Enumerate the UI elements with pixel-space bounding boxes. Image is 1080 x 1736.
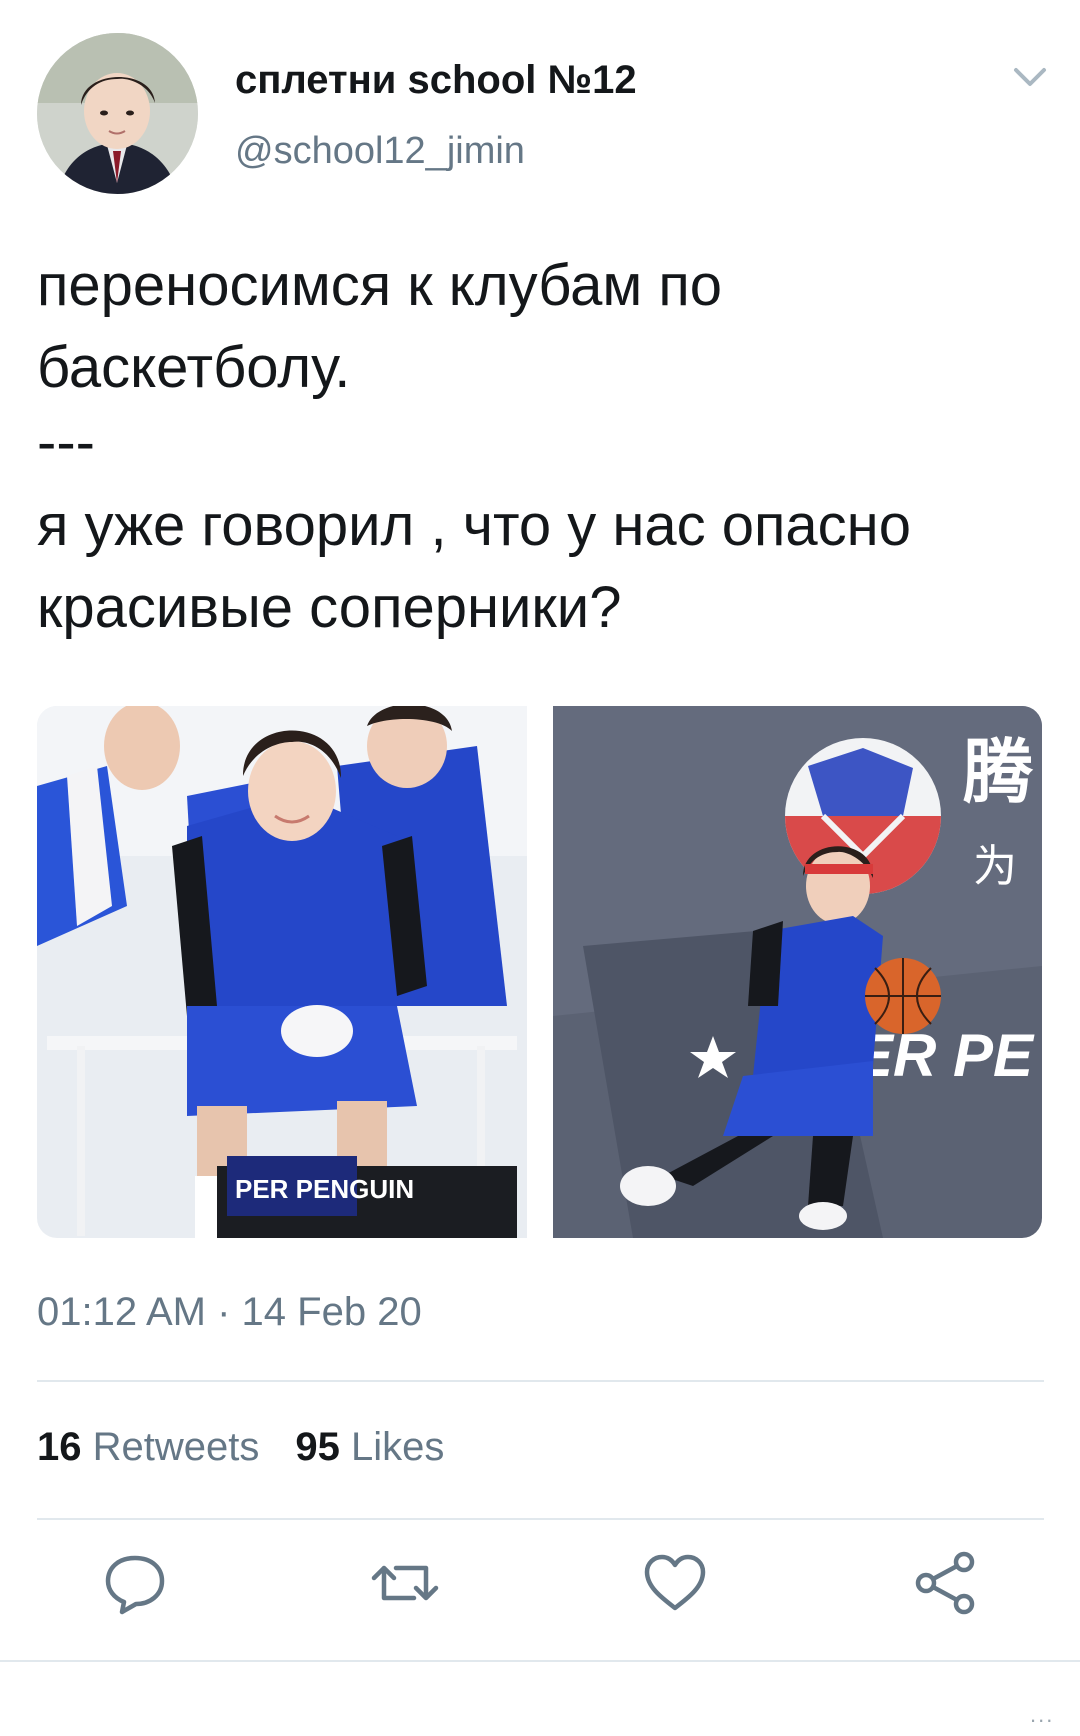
retweet-icon[interactable] <box>370 1548 440 1618</box>
avatar[interactable] <box>37 33 198 194</box>
photo-right-sign-2: 为 <box>973 841 1017 892</box>
tweet-text-separator: --- <box>37 410 95 475</box>
likes-label: Likes <box>351 1425 445 1469</box>
divider <box>37 1380 1044 1382</box>
user-handle[interactable]: @school12_jimin <box>235 130 525 173</box>
tweet-text-line: переносимся к клубам по баскетболу. <box>37 253 723 400</box>
likes-stat[interactable]: 95 Likes <box>295 1425 444 1469</box>
likes-count: 95 <box>295 1425 340 1469</box>
tweet-text: переносимся к клубам по баскетболу. --- … <box>37 245 1047 649</box>
tweet-timestamp[interactable]: 01:12 AM · 14 Feb 20 <box>37 1290 422 1335</box>
chevron-down-icon[interactable] <box>1010 62 1050 92</box>
photo-right-sign-1: 腾 <box>963 731 1034 813</box>
share-icon[interactable] <box>910 1548 980 1618</box>
divider <box>0 1660 1080 1662</box>
media-grid: PER PENGUIN 腾 为 PER PE <box>37 706 1042 1238</box>
tweet-header: сплетни school №12 @school12_jimin <box>0 0 1080 210</box>
reply-icon[interactable] <box>100 1548 170 1618</box>
photo-seated-players[interactable]: PER PENGUIN <box>37 706 527 1238</box>
action-bar <box>0 1548 1080 1628</box>
tweet-text-line: я уже говорил , что у нас опасно красивы… <box>37 493 911 640</box>
retweets-label: Retweets <box>92 1425 260 1469</box>
display-name[interactable]: сплетни school №12 <box>235 58 637 103</box>
retweets-count: 16 <box>37 1425 82 1469</box>
engagement-stats: 16 Retweets 95 Likes <box>37 1425 444 1470</box>
photo-left-caption: PER PENGUIN <box>235 1174 414 1204</box>
divider <box>37 1518 1044 1520</box>
photo-dribbling-player[interactable]: 腾 为 PER PE <box>553 706 1042 1238</box>
like-icon[interactable] <box>640 1548 710 1618</box>
retweets-stat[interactable]: 16 Retweets <box>37 1425 259 1469</box>
more-icon[interactable]: ... <box>1030 1702 1054 1728</box>
